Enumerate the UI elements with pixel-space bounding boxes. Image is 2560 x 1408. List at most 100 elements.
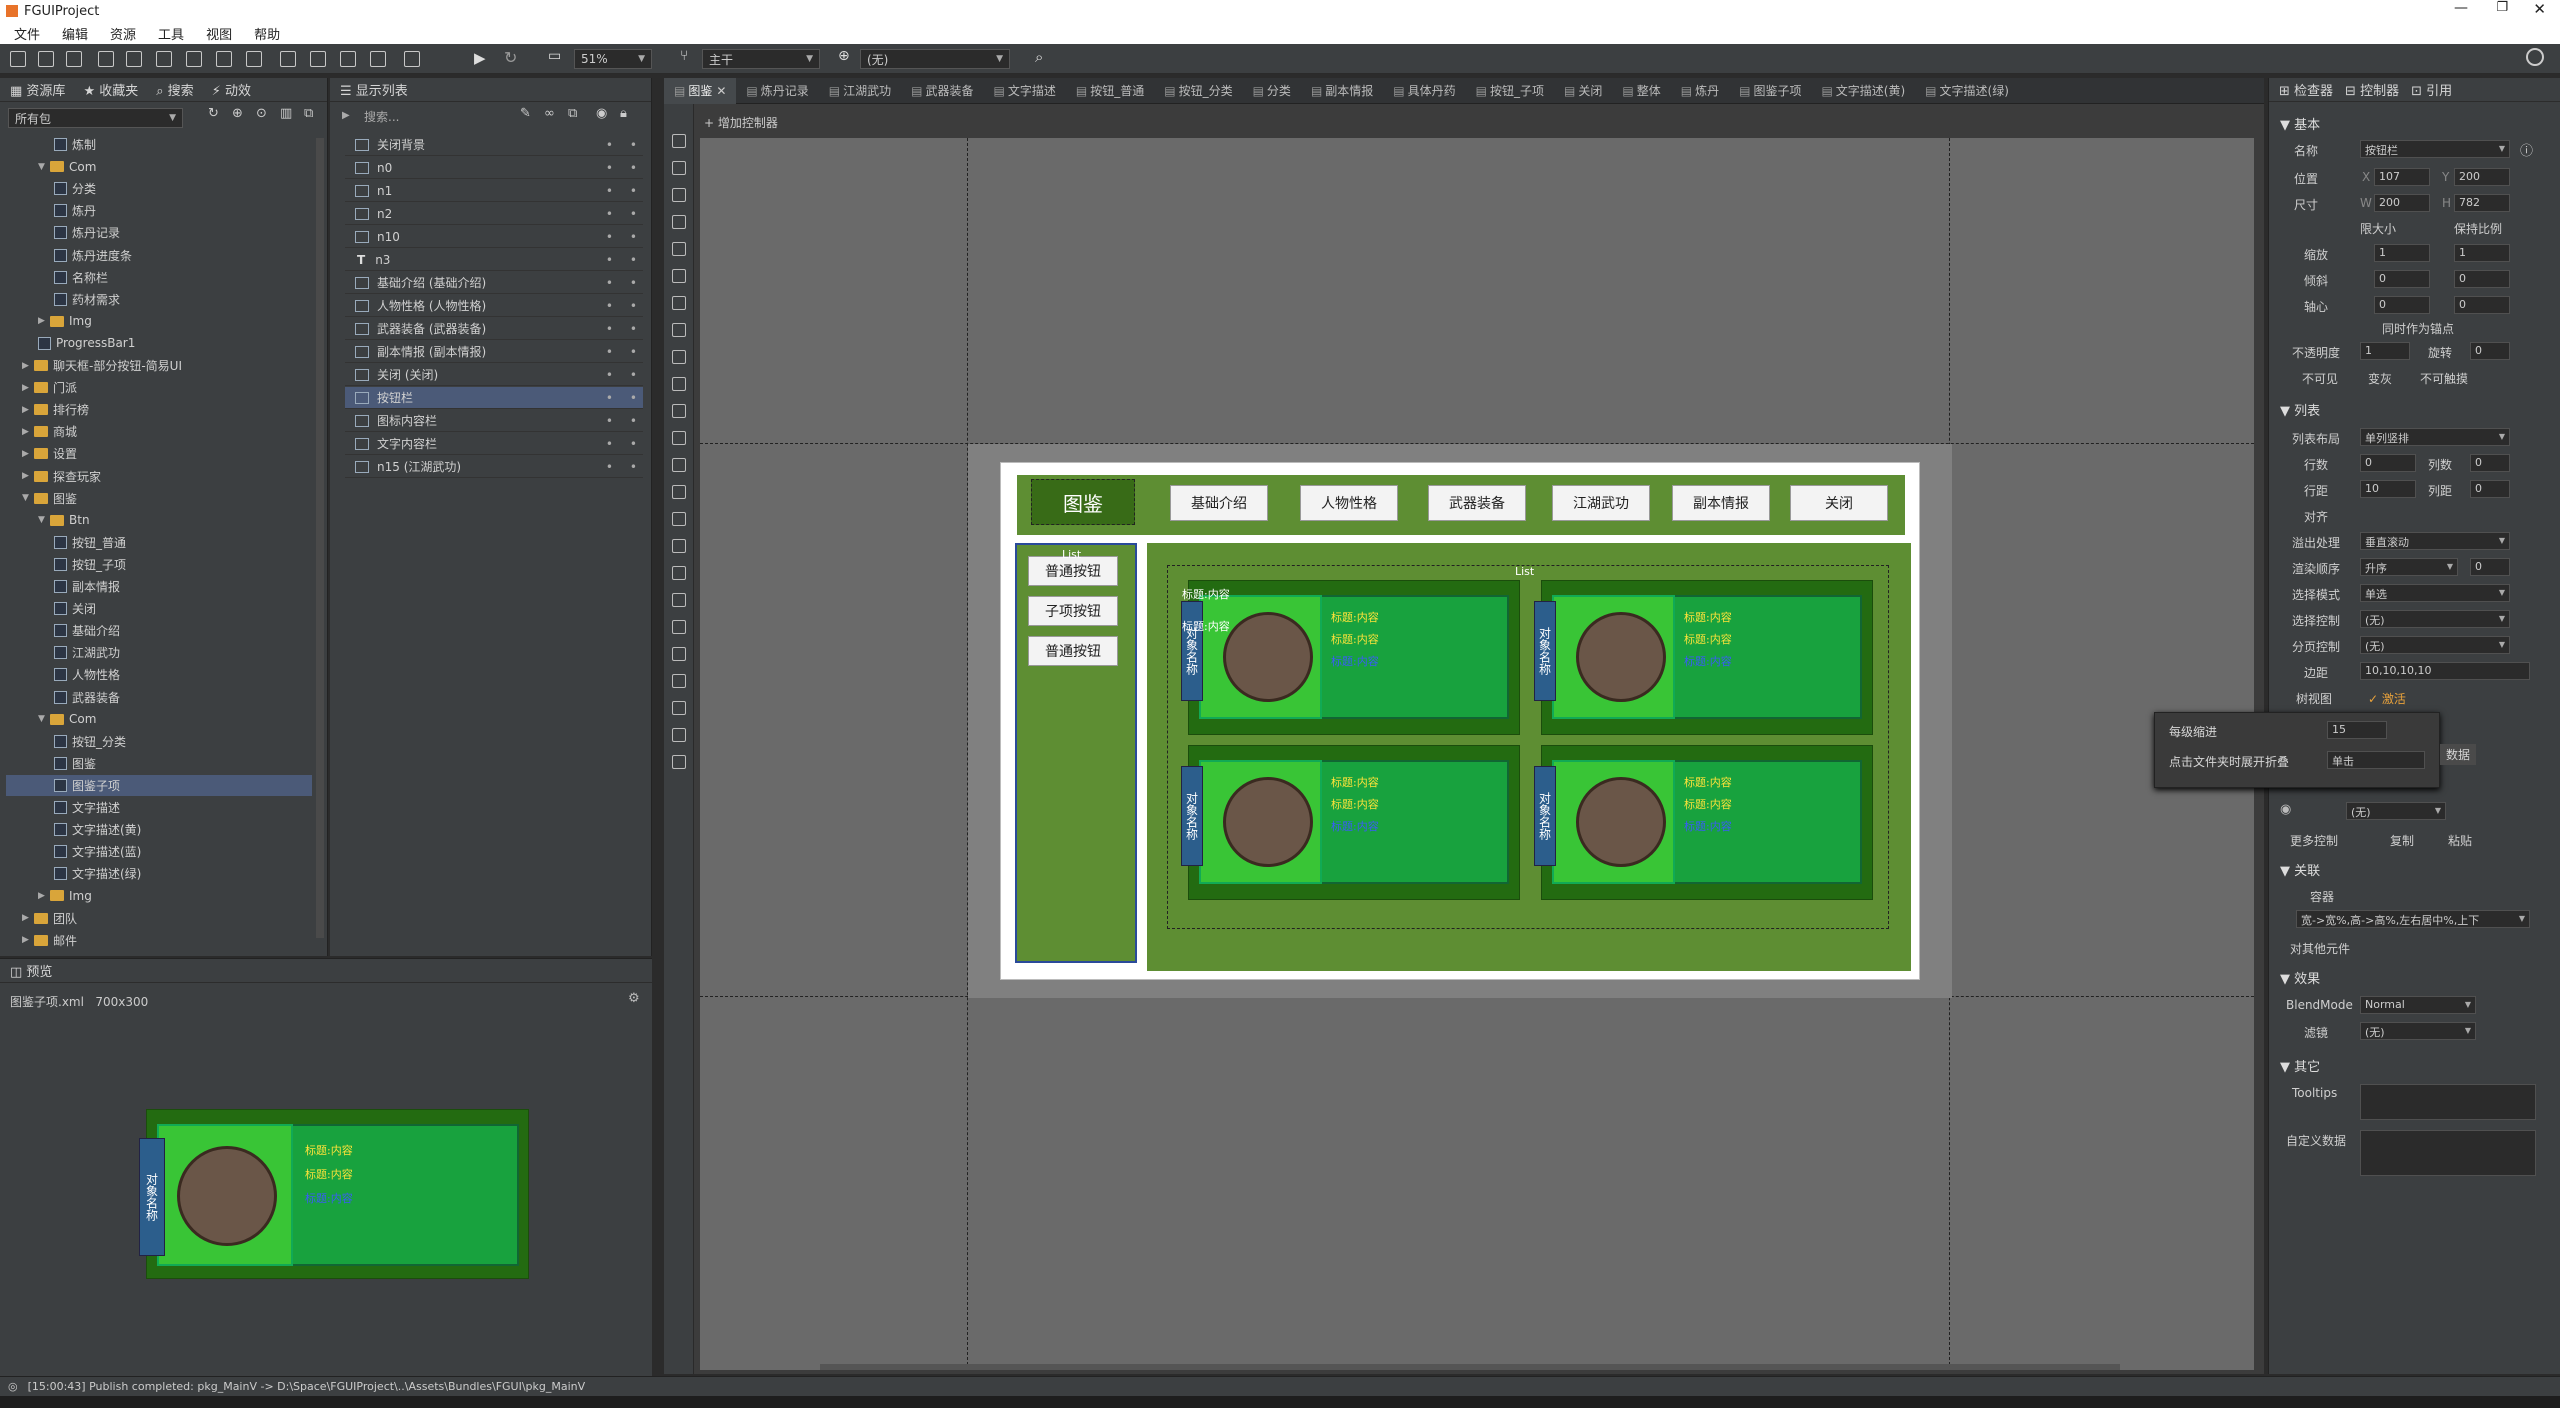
top-nav-button[interactable]: 武器装备 <box>1428 485 1526 521</box>
library-item[interactable]: 炼丹记录 <box>6 222 312 243</box>
library-item[interactable]: 文字描述(黄) <box>6 819 312 840</box>
name-field[interactable]: 按钮栏 ▼ <box>2360 140 2510 158</box>
library-item[interactable]: 分类 <box>6 178 312 199</box>
order-field[interactable]: 0 <box>2470 558 2510 576</box>
library-item[interactable]: 名称栏 <box>6 267 312 288</box>
eye-icon[interactable]: ◉ <box>596 106 607 121</box>
height-field[interactable]: 782 <box>2454 194 2510 212</box>
toolbar-tool-icon[interactable] <box>404 51 420 67</box>
display-list-item[interactable]: 基础介绍 (基础介绍) • • <box>345 272 643 294</box>
lock-dot-icon[interactable]: • <box>630 322 637 336</box>
display-list-item[interactable]: 副本情报 (副本情报) • • <box>345 341 643 363</box>
lock-dot-icon[interactable]: • <box>630 230 637 244</box>
data-button[interactable]: 数据 <box>2440 744 2477 765</box>
tooltips-field[interactable] <box>2360 1084 2536 1120</box>
visibility-dot-icon[interactable]: • <box>606 414 613 428</box>
expand-arrow-icon[interactable]: ▶ <box>22 449 34 459</box>
visibility-dot-icon[interactable]: • <box>606 230 613 244</box>
tab-search[interactable]: ⌕ 搜索 <box>156 80 193 99</box>
canvas-tool-icon[interactable] <box>672 647 686 661</box>
display-list-item[interactable]: 图标内容栏 • • <box>345 410 643 432</box>
library-item[interactable]: 按钮_分类 <box>6 731 312 752</box>
canvas-tool-icon[interactable] <box>672 350 686 364</box>
expand-arrow-icon[interactable]: ▼ <box>38 515 50 525</box>
page-controller-select[interactable]: (无) ▼ <box>2360 636 2510 654</box>
canvas-tool-icon[interactable] <box>672 377 686 391</box>
custom-data-field[interactable] <box>2360 1130 2536 1176</box>
controller-select[interactable]: (无) ▼ <box>2346 802 2446 820</box>
lock-dot-icon[interactable]: • <box>630 161 637 175</box>
display-list-item[interactable]: n1 • • <box>345 180 643 202</box>
pos-y-field[interactable]: 200 <box>2454 168 2510 186</box>
library-item[interactable]: 图鉴子项 <box>6 774 312 796</box>
console-icon[interactable]: ◎ <box>8 1380 18 1393</box>
document-tab[interactable]: ▤ 炼丹记录 <box>736 78 818 104</box>
filter-select[interactable]: (无) ▼ <box>2360 1022 2476 1040</box>
toolbar-tool-icon[interactable] <box>186 51 202 67</box>
toolbar-tool-icon[interactable] <box>10 51 26 67</box>
canvas-tool-icon[interactable] <box>672 134 686 148</box>
info-icon[interactable]: ⓘ <box>2520 140 2533 159</box>
canvas-tool-icon[interactable] <box>672 161 686 175</box>
library-item[interactable]: ▶ 设置 <box>6 443 312 464</box>
toolbar-tool-icon[interactable] <box>98 51 114 67</box>
rows-field[interactable]: 0 <box>2360 454 2416 472</box>
library-item[interactable]: 文字描述(绿) <box>6 863 312 884</box>
top-nav-button[interactable]: 基础介绍 <box>1170 485 1268 521</box>
toolbar-tool-icon[interactable] <box>246 51 262 67</box>
visibility-dot-icon[interactable]: • <box>606 391 613 405</box>
alpha-field[interactable]: 1 <box>2360 342 2410 360</box>
skew-y-field[interactable]: 0 <box>2454 270 2510 288</box>
item-card[interactable]: 对象名称 标题:内容 标题:内容 标题:内容 <box>1534 580 1873 735</box>
menu-edit[interactable]: 编辑 <box>62 24 88 43</box>
visibility-dot-icon[interactable]: • <box>606 299 613 313</box>
search-icon[interactable]: ⌕ <box>1035 48 1043 66</box>
document-tab[interactable]: ▤ 图鉴 ✕ <box>664 77 737 104</box>
zoom-select[interactable]: 51% ▼ <box>574 49 652 69</box>
toolbar-tool-icon[interactable] <box>38 51 54 67</box>
lock-dot-icon[interactable]: • <box>630 138 637 152</box>
canvas-tool-icon[interactable] <box>672 593 686 607</box>
top-nav-button[interactable]: 关闭 <box>1790 485 1888 521</box>
canvas-tool-icon[interactable] <box>672 242 686 256</box>
document-tab[interactable]: ▤ 江湖武功 <box>819 78 901 104</box>
tab-inspector[interactable]: ⊞ 检查器 <box>2279 80 2333 99</box>
minimize-button[interactable]: — <box>2454 0 2468 16</box>
display-list-item[interactable]: 武器装备 (武器装备) • • <box>345 318 643 340</box>
canvas-tool-icon[interactable] <box>672 485 686 499</box>
document-tab[interactable]: ▤ 按钮_子项 <box>1466 78 1554 104</box>
lock-dot-icon[interactable]: • <box>630 299 637 313</box>
lock-dot-icon[interactable]: • <box>630 207 637 221</box>
toolbar-tool-icon[interactable] <box>370 51 386 67</box>
canvas-tool-icon[interactable] <box>672 539 686 553</box>
lock-dot-icon[interactable]: • <box>630 437 637 451</box>
expand-arrow-icon[interactable]: ▶ <box>22 935 34 945</box>
library-item[interactable]: ▶ 团队 <box>6 908 312 929</box>
columns-icon[interactable]: ▥ <box>280 106 292 121</box>
overflow-select[interactable]: 垂直滚动 ▼ <box>2360 532 2510 550</box>
expand-arrow-icon[interactable]: ▶ <box>22 427 34 437</box>
visibility-dot-icon[interactable]: • <box>606 437 613 451</box>
selection-mode-select[interactable]: 单选 ▼ <box>2360 584 2510 602</box>
toolbar-tool-icon[interactable] <box>66 51 82 67</box>
target-icon[interactable]: ⊕ <box>232 106 243 121</box>
canvas-tool-icon[interactable] <box>672 296 686 310</box>
item-card[interactable]: 对象名称 标题:内容 标题:内容 标题:内容 <box>1181 580 1520 735</box>
library-item[interactable]: ▶ 门派 <box>6 377 312 398</box>
canvas-tool-icon[interactable] <box>672 431 686 445</box>
top-nav-button[interactable]: 江湖武功 <box>1552 485 1650 521</box>
library-item[interactable]: ▶ 排行榜 <box>6 399 312 420</box>
expand-arrow-icon[interactable]: ▶ <box>22 405 34 415</box>
close-tab-icon[interactable]: ✕ <box>716 84 726 98</box>
visibility-dot-icon[interactable]: • <box>606 207 613 221</box>
lock-dot-icon[interactable]: • <box>630 345 637 359</box>
toolbar-tool-icon[interactable] <box>280 51 296 67</box>
library-item[interactable]: ▼ Btn <box>6 510 312 531</box>
expand-arrow-icon[interactable]: ▶ <box>22 471 34 481</box>
canvas-tool-icon[interactable] <box>672 674 686 688</box>
play-icon[interactable]: ▶ <box>474 49 486 67</box>
canvas-tool-icon[interactable] <box>672 755 686 769</box>
document-tab[interactable]: ▤ 图鉴子项 <box>1729 78 1811 104</box>
visibility-dot-icon[interactable]: • <box>606 184 613 198</box>
document-tab[interactable]: ▤ 关闭 <box>1554 78 1612 104</box>
